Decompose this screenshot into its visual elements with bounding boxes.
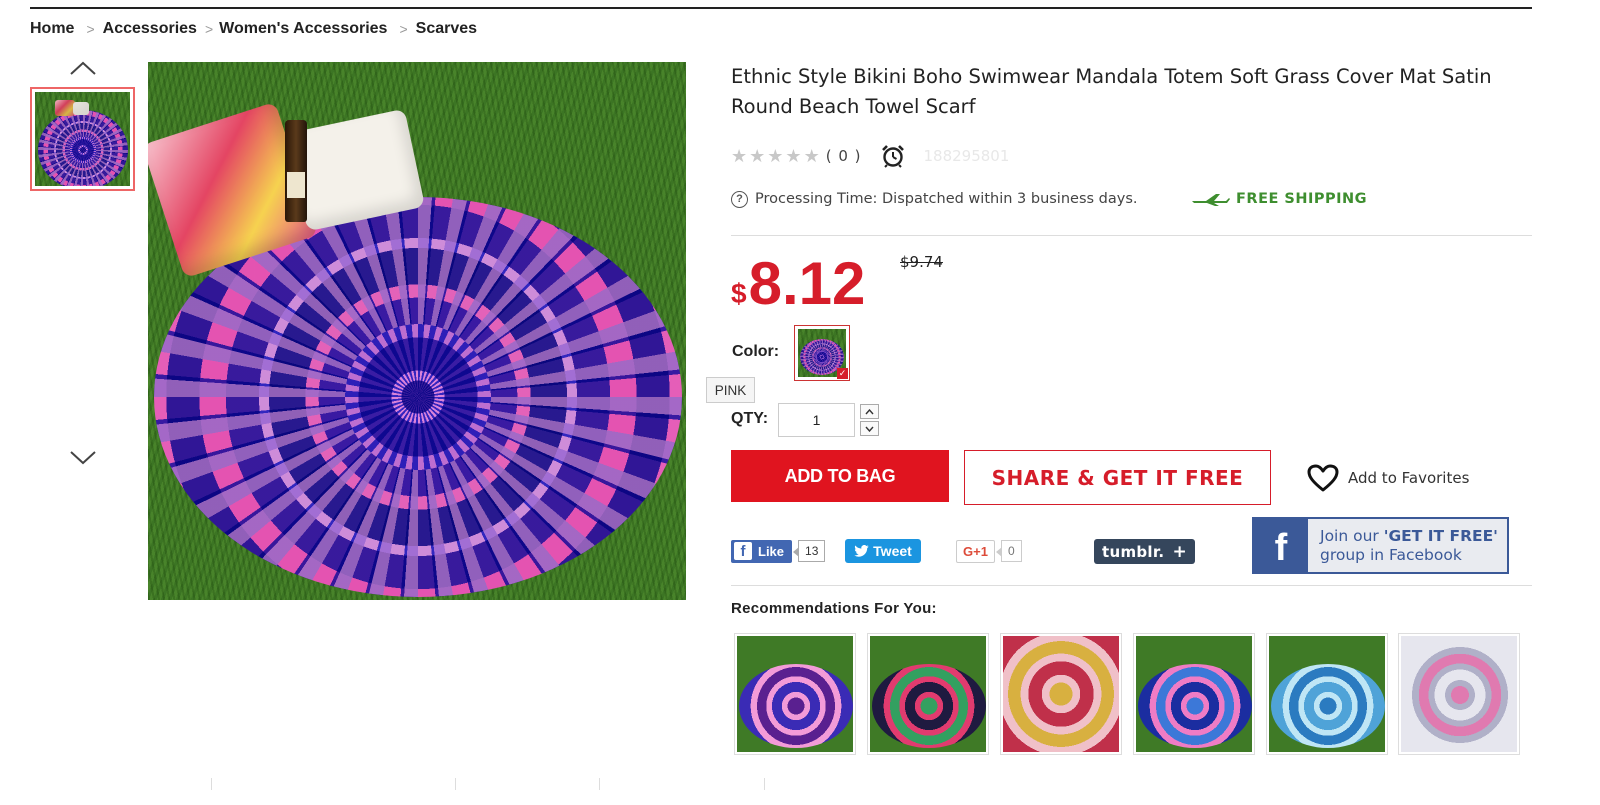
divider	[731, 585, 1532, 586]
plane-icon	[1192, 194, 1230, 206]
recommendation-image	[1269, 636, 1385, 752]
recommendation-image	[1136, 636, 1252, 752]
recommendation-item[interactable]	[867, 633, 989, 755]
main-product-image[interactable]	[148, 62, 686, 600]
recommendation-item[interactable]	[1398, 633, 1520, 755]
facebook-icon: f	[734, 542, 752, 560]
star-icon: ★	[785, 146, 802, 166]
breadcrumb-separator: >	[204, 21, 214, 37]
breadcrumb-separator: >	[86, 21, 95, 37]
product-title: Ethnic Style Bikini Boho Swimwear Mandal…	[731, 65, 1492, 118]
sku-number: 188295801	[923, 147, 1010, 165]
facebook-group-line2: group in Facebook	[1320, 545, 1462, 564]
breadcrumb-accessories[interactable]: Accessories	[103, 20, 197, 38]
google-plus-count: 0	[996, 540, 1022, 562]
alarm-clock-icon	[880, 145, 906, 168]
qty-label: QTY:	[731, 410, 769, 427]
tumblr-share-button[interactable]: tumblr. +	[1094, 539, 1195, 564]
chevron-up-icon	[865, 408, 874, 414]
top-rule	[30, 7, 1532, 9]
rating-stars[interactable]: ★ ★ ★ ★ ★	[731, 147, 820, 165]
breadcrumb-home[interactable]: Home	[30, 20, 74, 38]
qty-decrement-button[interactable]	[860, 421, 879, 436]
add-to-favorites-label: Add to Favorites	[1348, 469, 1470, 487]
chevron-down-icon[interactable]	[70, 448, 96, 468]
tweet-label: Tweet	[873, 543, 912, 559]
facebook-like-count: 13	[792, 540, 826, 562]
divider	[731, 235, 1532, 236]
free-shipping-badge: FREE SHIPPING	[1192, 188, 1367, 210]
facebook-like-button[interactable]: f Like	[731, 539, 793, 563]
heart-outline-icon	[1307, 464, 1339, 492]
facebook-like-label: Like	[758, 543, 785, 559]
google-plus-widget: G+1 0	[956, 539, 1022, 563]
star-icon: ★	[731, 146, 748, 166]
recommendations-title: Recommendations For You:	[731, 600, 937, 617]
facebook-group-highlight: 'GET IT FREE'	[1383, 526, 1498, 545]
recommendation-item[interactable]	[734, 633, 856, 755]
footer-divider	[764, 778, 765, 790]
review-count[interactable]: ( 0 )	[826, 147, 862, 165]
bottle-label-graphic	[287, 172, 305, 198]
add-to-bag-button[interactable]: ADD TO BAG	[731, 450, 949, 502]
free-shipping-text: FREE SHIPPING	[1236, 191, 1368, 207]
original-price: $9.74	[900, 253, 943, 271]
breadcrumb-separator: >	[399, 21, 408, 37]
star-icon: ★	[749, 146, 766, 166]
footer-divider	[599, 778, 600, 790]
footer-divider	[455, 778, 456, 790]
twitter-bird-icon	[854, 545, 869, 557]
processing-time-row: ? Processing Time: Dispatched within 3 b…	[731, 188, 1138, 210]
qty-increment-button[interactable]	[860, 404, 879, 419]
recommendation-item[interactable]	[1000, 633, 1122, 755]
thumbnail-column	[30, 56, 136, 476]
facebook-group-banner[interactable]: f Join our 'GET IT FREE' group in Facebo…	[1252, 517, 1509, 574]
facebook-like-widget: f Like 13	[731, 539, 826, 563]
breadcrumb-scarves[interactable]: Scarves	[416, 20, 477, 38]
thumbnail-1[interactable]	[30, 87, 135, 191]
price-amount: 8.12	[748, 250, 866, 317]
recommendation-item[interactable]	[1266, 633, 1388, 755]
qty-input[interactable]	[778, 403, 855, 437]
facebook-group-prefix: Join our	[1320, 526, 1384, 545]
plus-icon: +	[1172, 541, 1187, 562]
color-tooltip: PINK	[706, 377, 755, 403]
recommendation-image	[870, 636, 986, 752]
facebook-logo-icon: f	[1254, 519, 1308, 572]
chevron-up-icon[interactable]	[70, 58, 96, 78]
question-circle-icon[interactable]: ?	[731, 190, 748, 208]
color-label: Color:	[732, 343, 780, 360]
recommendation-item[interactable]	[1133, 633, 1255, 755]
star-icon: ★	[767, 146, 784, 166]
recommendation-image	[1401, 636, 1517, 752]
recommendation-image	[737, 636, 853, 752]
star-icon: ★	[803, 146, 820, 166]
add-to-favorites-button[interactable]: Add to Favorites	[1307, 463, 1469, 493]
recommendation-image	[1003, 636, 1119, 752]
rating-row: ★ ★ ★ ★ ★ ( 0 ) 188295801	[731, 145, 1010, 168]
bottle-graphic	[285, 120, 307, 222]
price: $ 8.12	[731, 246, 865, 316]
breadcrumb-womens-accessories[interactable]: Women's Accessories	[219, 20, 387, 38]
breadcrumb: Home > Accessories > Women's Accessories…	[30, 19, 477, 39]
facebook-group-text: Join our 'GET IT FREE' group in Facebook	[1320, 527, 1498, 565]
check-icon: ✓	[837, 368, 848, 379]
price-currency: $	[731, 278, 747, 309]
tumblr-label: tumblr.	[1102, 542, 1165, 561]
chevron-down-icon	[865, 426, 874, 432]
google-plus-button[interactable]: G+1	[956, 539, 995, 563]
footer-divider	[211, 778, 212, 790]
color-swatch-pink[interactable]: ✓	[794, 325, 850, 381]
processing-time-text: Processing Time: Dispatched within 3 bus…	[755, 191, 1138, 207]
tweet-button[interactable]: Tweet	[845, 539, 921, 563]
share-get-it-free-button[interactable]: SHARE & GET IT FREE	[964, 450, 1271, 505]
thumbnail-image	[35, 92, 130, 186]
